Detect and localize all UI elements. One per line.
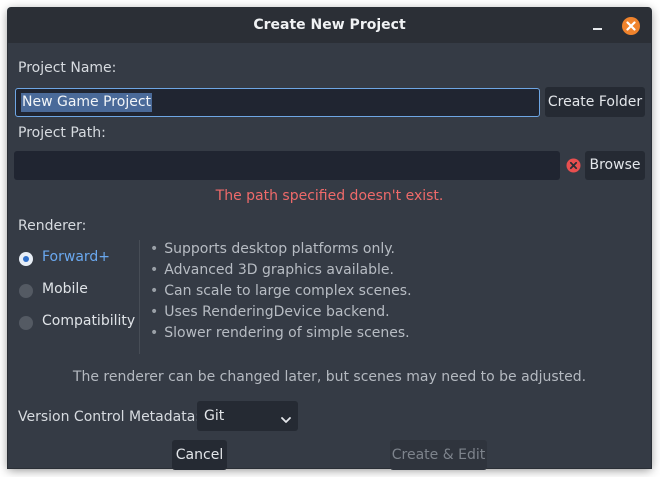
renderer-note: The renderer can be changed later, but s…	[72, 369, 587, 385]
project-path-input[interactable]	[14, 151, 560, 180]
renderer-info-list: • Supports desktop platforms only. • Advan…	[150, 239, 412, 344]
vcs-label: Version Control Metadata:	[18, 409, 200, 425]
project-path-label: Project Path:	[18, 125, 106, 141]
browse-button[interactable]: Browse	[585, 151, 645, 180]
minimize-icon[interactable]	[589, 18, 607, 34]
renderer-forward-plus-radio[interactable]	[19, 252, 33, 266]
title-bar[interactable]: Create New Project	[8, 8, 651, 43]
create-edit-button[interactable]: Create & Edit	[390, 440, 487, 470]
list-item: • Advanced 3D graphics available.	[150, 262, 394, 278]
cancel-button[interactable]: Cancel	[172, 440, 227, 470]
list-item: • Uses RenderingDevice backend.	[150, 304, 390, 320]
renderer-mobile-radio[interactable]	[19, 284, 33, 298]
create-project-dialog: Create New Project Project Name: New Gam…	[8, 8, 651, 470]
renderer-label: Renderer:	[18, 218, 87, 234]
list-item: • Slower rendering of simple scenes.	[150, 325, 410, 341]
list-item: • Can scale to large complex scenes.	[150, 283, 412, 299]
renderer-mobile-label[interactable]: Mobile	[42, 281, 88, 297]
create-folder-button[interactable]: Create Folder	[545, 87, 645, 117]
renderer-forward-plus-label[interactable]: Forward+	[42, 249, 110, 265]
dialog-content: Project Name: New Game Project Create Fo…	[8, 43, 651, 470]
renderer-divider	[139, 240, 140, 354]
vcs-select[interactable]: Git	[197, 401, 298, 431]
chevron-down-icon	[281, 412, 291, 428]
path-error-message: The path specified doesn't exist.	[215, 188, 444, 204]
close-icon[interactable]	[622, 17, 640, 35]
renderer-compatibility-label[interactable]: Compatibility	[42, 313, 135, 329]
renderer-compatibility-radio[interactable]	[19, 316, 33, 330]
project-name-label: Project Name:	[18, 60, 117, 76]
window-title: Create New Project	[253, 17, 406, 33]
project-name-value[interactable]: New Game Project	[21, 93, 153, 112]
project-name-input[interactable]: New Game Project	[15, 88, 540, 117]
vcs-selected-value: Git	[204, 408, 225, 424]
error-icon	[566, 158, 581, 173]
list-item: • Supports desktop platforms only.	[150, 241, 395, 257]
